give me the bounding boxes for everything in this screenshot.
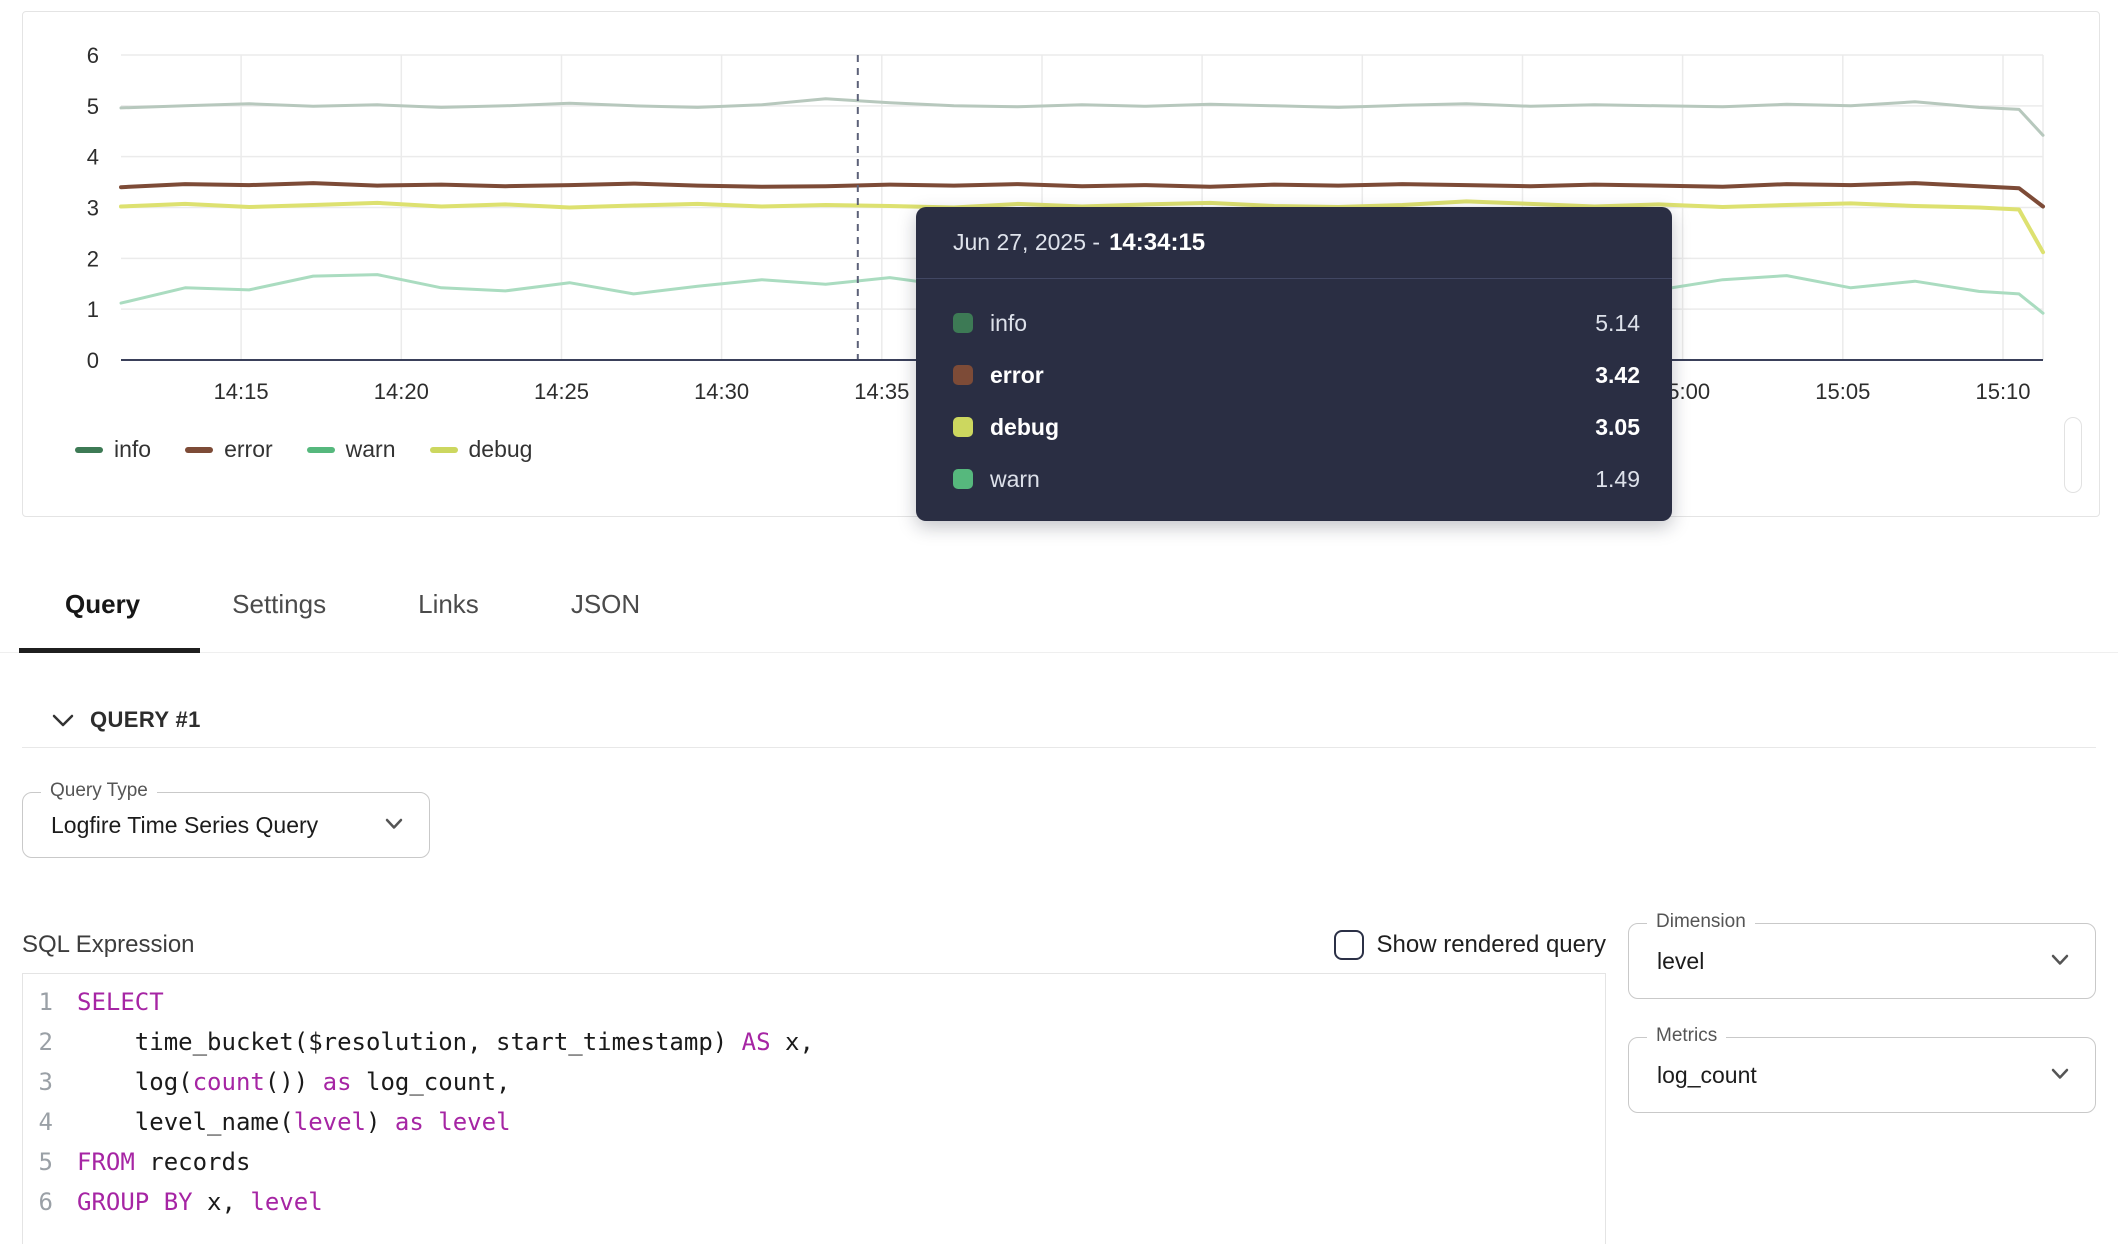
legend-label: warn	[346, 436, 396, 463]
show-rendered-query-label: Show rendered query	[1377, 931, 1606, 959]
chevron-down-icon	[2051, 954, 2069, 966]
svg-text:14:15: 14:15	[214, 379, 269, 404]
svg-text:6: 6	[87, 43, 99, 68]
svg-text:14:25: 14:25	[534, 379, 589, 404]
svg-text:0: 0	[87, 348, 99, 373]
series-name: info	[990, 310, 1595, 337]
legend-item-debug[interactable]: debug	[430, 436, 533, 463]
line-number: 4	[23, 1102, 53, 1142]
svg-text:14:30: 14:30	[694, 379, 749, 404]
tooltip-date: Jun 27, 2025 -	[953, 229, 1100, 256]
legend-swatch	[307, 447, 335, 453]
series-value: 1.49	[1595, 466, 1640, 493]
legend-label: debug	[469, 436, 533, 463]
series-swatch	[953, 313, 973, 333]
code-line-3[interactable]: 3 log(count()) as log_count,	[23, 1062, 1605, 1102]
line-number: 6	[23, 1182, 53, 1222]
series-name: error	[990, 362, 1595, 389]
metrics-value: log_count	[1657, 1038, 1757, 1112]
svg-text:14:35: 14:35	[854, 379, 909, 404]
code-text: SELECT	[53, 982, 164, 1022]
active-tab-underline	[19, 648, 200, 653]
chevron-down-icon	[52, 714, 74, 727]
show-rendered-query-checkbox[interactable]	[1334, 930, 1364, 960]
tooltip-row-info: info5.14	[916, 297, 1672, 349]
legend-label: info	[114, 436, 151, 463]
code-line-1[interactable]: 1SELECT	[23, 982, 1605, 1022]
code-line-5[interactable]: 5FROM records	[23, 1142, 1605, 1182]
query-section-header[interactable]: QUERY #1	[52, 697, 201, 743]
chart-tooltip: Jun 27, 2025 - 14:34:15 info5.14error3.4…	[916, 207, 1672, 521]
legend-item-info[interactable]: info	[75, 436, 151, 463]
code-text: log(count()) as log_count,	[53, 1062, 511, 1102]
svg-text:15:05: 15:05	[1815, 379, 1870, 404]
line-number: 5	[23, 1142, 53, 1182]
code-line-2[interactable]: 2 time_bucket($resolution, start_timesta…	[23, 1022, 1605, 1062]
tab-query[interactable]: Query	[65, 589, 140, 620]
code-line-4[interactable]: 4 level_name(level) as level	[23, 1102, 1605, 1142]
svg-text:2: 2	[87, 246, 99, 271]
series-name: debug	[990, 414, 1595, 441]
line-number: 2	[23, 1022, 53, 1062]
line-number: 1	[23, 982, 53, 1022]
series-value: 3.42	[1595, 362, 1640, 389]
svg-text:1: 1	[87, 297, 99, 322]
tab-links[interactable]: Links	[418, 589, 479, 620]
svg-text:5: 5	[87, 94, 99, 119]
scrollbar-thumb[interactable]	[2064, 417, 2082, 493]
series-swatch	[953, 365, 973, 385]
code-text: FROM records	[53, 1142, 250, 1182]
tab-bar: Query Settings Links JSON	[0, 565, 2118, 653]
chart-legend: info error warn debug	[75, 436, 532, 463]
tooltip-timestamp: Jun 27, 2025 - 14:34:15	[916, 207, 1672, 279]
series-value: 5.14	[1595, 310, 1640, 337]
line-number: 3	[23, 1062, 53, 1102]
legend-swatch	[75, 447, 103, 453]
legend-label: error	[224, 436, 273, 463]
sql-expression-row: SQL Expression Show rendered query	[22, 922, 1606, 968]
query-type-value: Logfire Time Series Query	[51, 793, 318, 857]
svg-text:3: 3	[87, 196, 99, 221]
series-value: 3.05	[1595, 414, 1640, 441]
series-name: warn	[990, 466, 1595, 493]
sql-code-editor[interactable]: 1SELECT2 time_bucket($resolution, start_…	[22, 973, 1606, 1244]
code-text: level_name(level) as level	[53, 1102, 511, 1142]
legend-swatch	[185, 447, 213, 453]
dimension-select[interactable]: Dimension level	[1628, 923, 2096, 999]
metrics-select[interactable]: Metrics log_count	[1628, 1037, 2096, 1113]
query-type-select[interactable]: Query Type Logfire Time Series Query	[22, 792, 430, 858]
dimension-value: level	[1657, 924, 1704, 998]
tooltip-row-warn: warn1.49	[916, 453, 1672, 505]
code-text: GROUP BY x, level	[53, 1182, 323, 1222]
legend-swatch	[430, 447, 458, 453]
series-swatch	[953, 469, 973, 489]
svg-text:14:20: 14:20	[374, 379, 429, 404]
divider	[22, 747, 2096, 748]
svg-text:4: 4	[87, 145, 99, 170]
dashboard-panel-editor: 012345614:1514:2014:2514:3014:3514:4014:…	[0, 0, 2118, 1244]
tooltip-time: 14:34:15	[1109, 229, 1205, 257]
svg-text:15:10: 15:10	[1975, 379, 2030, 404]
tab-settings[interactable]: Settings	[232, 589, 326, 620]
query-section-title: QUERY #1	[90, 707, 201, 733]
legend-item-warn[interactable]: warn	[307, 436, 396, 463]
legend-item-error[interactable]: error	[185, 436, 273, 463]
tooltip-rows: info5.14error3.42debug3.05warn1.49	[916, 279, 1672, 505]
series-swatch	[953, 417, 973, 437]
chevron-down-icon	[385, 818, 403, 830]
code-text: time_bucket($resolution, start_timestamp…	[53, 1022, 814, 1062]
tooltip-row-debug: debug3.05	[916, 401, 1672, 453]
show-rendered-query-toggle[interactable]: Show rendered query	[1334, 930, 1606, 960]
sql-expression-label: SQL Expression	[22, 931, 195, 959]
chevron-down-icon	[2051, 1068, 2069, 1080]
tooltip-row-error: error3.42	[916, 349, 1672, 401]
code-line-6[interactable]: 6GROUP BY x, level	[23, 1182, 1605, 1222]
tab-json[interactable]: JSON	[571, 589, 640, 620]
